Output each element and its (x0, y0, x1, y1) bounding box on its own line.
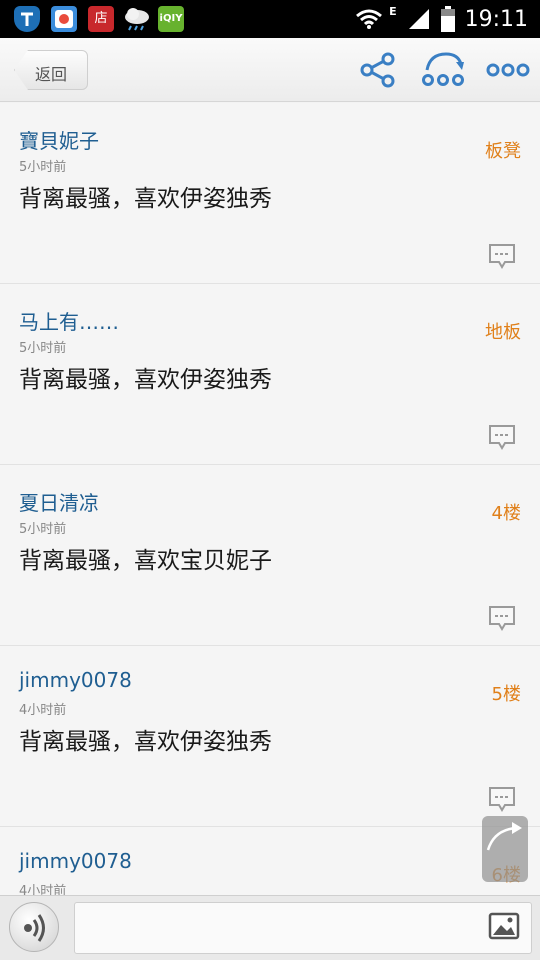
post-floor: 4楼 (491, 503, 521, 524)
app-header: 返回 (0, 38, 540, 102)
post-time: 5小时前 (19, 160, 67, 175)
post-item[interactable]: 马上有…… 5小时前 背离最骚，喜欢伊姿独秀 地板 (0, 284, 540, 465)
reply-icon[interactable] (488, 605, 516, 631)
post-item[interactable]: 夏日清凉 5小时前 背离最骚，喜欢宝贝妮子 4楼 (0, 465, 540, 646)
reply-icon[interactable] (488, 786, 516, 812)
post-content: 背离最骚，喜欢伊姿独秀 (19, 729, 272, 755)
post-item[interactable]: 寶貝妮子 5小时前 背离最骚，喜欢伊姿独秀 板凳 (0, 103, 540, 284)
browser-app-icon (51, 6, 77, 32)
curved-arrow-icon (486, 822, 522, 851)
post-content: 背离最骚，喜欢伊姿独秀 (19, 186, 272, 212)
post-author[interactable]: 寶貝妮子 (19, 125, 99, 154)
battery-icon (440, 6, 455, 32)
image-picker-icon[interactable] (488, 911, 520, 941)
forward-icon[interactable] (420, 50, 466, 90)
post-time: 5小时前 (19, 522, 67, 537)
post-content: 背离最骚，喜欢伊姿独秀 (19, 367, 272, 393)
weather-rain-icon (122, 6, 152, 32)
floating-jump-button[interactable] (482, 816, 528, 882)
iqiyi-app-icon: iQIY (158, 6, 184, 32)
status-bar: 店 iQIY E 19:11 (0, 0, 540, 38)
post-content: 背离最骚，喜欢宝贝妮子 (19, 548, 272, 574)
security-shield-icon (14, 6, 40, 32)
share-icon[interactable] (358, 50, 398, 90)
post-author[interactable]: jimmy0078 (19, 668, 132, 692)
post-item[interactable]: jimmy0078 4小时前 6楼 (0, 827, 540, 895)
store-app-icon: 店 (88, 6, 114, 32)
post-floor: 板凳 (485, 141, 521, 162)
post-author[interactable]: 马上有…… (19, 306, 119, 335)
clock: 19:11 (464, 6, 528, 32)
post-item[interactable]: jimmy0078 4小时前 背离最骚，喜欢伊姿独秀 5楼 (0, 646, 540, 827)
reply-icon[interactable] (488, 424, 516, 450)
signal-icon (408, 9, 429, 29)
post-floor: 5楼 (491, 684, 521, 705)
reply-icon[interactable] (488, 243, 516, 269)
voice-input-button[interactable] (9, 902, 59, 952)
wifi-icon (356, 9, 383, 29)
post-list[interactable]: 寶貝妮子 5小时前 背离最骚，喜欢伊姿独秀 板凳 马上有…… 5小时前 背离最骚… (0, 103, 540, 895)
back-button[interactable]: 返回 (14, 50, 88, 90)
post-time: 4小时前 (19, 703, 67, 718)
post-author[interactable]: jimmy0078 (19, 849, 132, 873)
reply-text-input[interactable] (74, 902, 532, 954)
voice-wave-icon (24, 914, 45, 942)
network-type: E (389, 4, 397, 18)
post-floor: 地板 (485, 322, 521, 343)
post-time: 5小时前 (19, 341, 67, 356)
reply-input-bar (0, 895, 540, 960)
status-right: E 19:11 (355, 0, 528, 38)
post-author[interactable]: 夏日清凉 (19, 487, 99, 516)
back-button-label: 返回 (35, 65, 68, 84)
more-icon[interactable] (486, 50, 530, 90)
post-time: 4小时前 (19, 884, 67, 895)
